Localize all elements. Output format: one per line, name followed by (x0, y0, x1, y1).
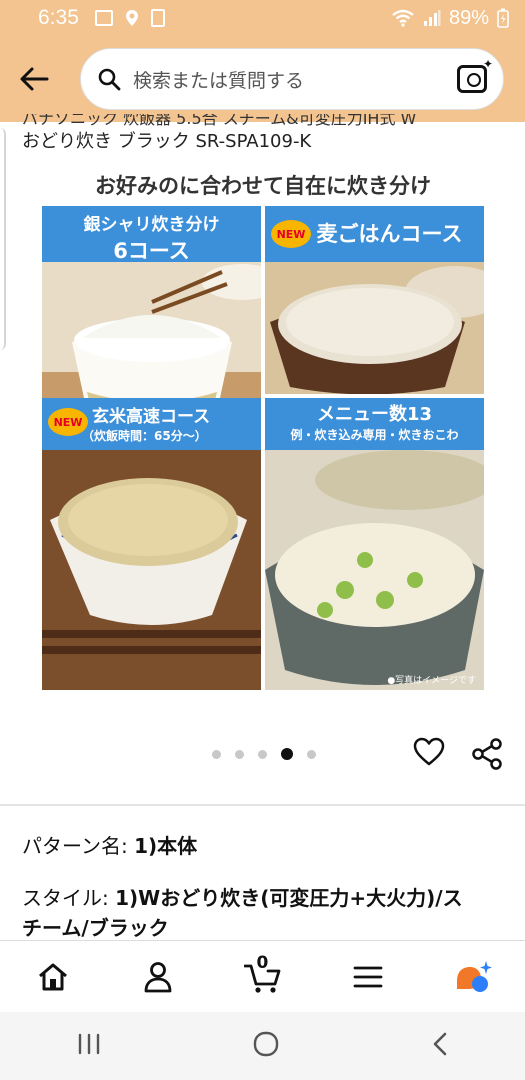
new-badge: NEW (48, 408, 88, 436)
brown-rice-bowl-photo (42, 450, 261, 690)
section-divider (0, 804, 525, 806)
camera-search-button[interactable]: ✦ (457, 57, 493, 93)
cell-line2: 例・炊き込み専用・炊きおこわ (290, 428, 459, 442)
search-header: 検索または質問する ✦ (0, 36, 525, 122)
sparkle-icon: ✦ (482, 57, 493, 71)
carousel-dot[interactable] (212, 749, 221, 759)
pattern-value: 1)本体 (134, 834, 198, 858)
new-badge: NEW (271, 220, 311, 248)
cell-line1: 麦ごはんコース (316, 222, 463, 246)
cell-banner: 銀シャリ炊き分け 6コース (42, 206, 261, 263)
cell-line1: 銀シャリ炊き分け (83, 215, 220, 235)
cart-count: 0 (256, 952, 269, 973)
carousel-indicator[interactable] (212, 748, 316, 760)
pattern-label: パターン名: (22, 834, 128, 858)
carousel-dot[interactable] (235, 749, 244, 759)
back-chevron-icon (433, 1032, 446, 1056)
back-system-button[interactable] (430, 1031, 450, 1061)
image-grid: 銀シャリ炊き分け 6コース 麦ごはんコース NEW 玄米高速コース （炊飯時間：… (42, 206, 484, 690)
status-right: 89% (391, 7, 509, 30)
cell-line1: 玄米高速コース (92, 407, 211, 427)
ai-assistant-icon (456, 960, 492, 992)
status-time: 6:35 (38, 6, 79, 29)
product-title-line1: パナソニック 炊飯器 5.5合 スチーム&可変圧力IH式 W (22, 114, 417, 128)
recent-apps-button[interactable] (76, 1033, 102, 1059)
search-input[interactable]: 検索または質問する ✦ (80, 48, 504, 110)
nav-ai-assistant-button[interactable] (453, 957, 493, 997)
location-icon (125, 10, 138, 26)
person-icon (144, 961, 171, 992)
home-circle-icon (253, 1031, 278, 1057)
scroll-edge-indicator (0, 128, 6, 350)
home-system-button[interactable] (253, 1031, 279, 1061)
bottom-navigation: 0 (0, 940, 525, 1012)
style-label: スタイル: (22, 886, 109, 910)
nav-account-button[interactable] (138, 957, 178, 997)
system-navigation-bar (0, 1012, 525, 1080)
photo-disclaimer: ●写真はイメージです (387, 676, 476, 686)
nav-menu-button[interactable] (348, 957, 388, 997)
product-title: パナソニック 炊飯器 5.5合 スチーム&可変圧力IH式 W おどり炊き ブラッ… (22, 114, 502, 156)
image-cell-barley-rice: 麦ごはんコース NEW (265, 206, 484, 394)
heart-icon (413, 737, 445, 766)
recent-apps-icon (78, 1033, 99, 1055)
product-title-line2: おどり炊き ブラック SR-SPA109-K (22, 131, 312, 152)
style-value-part2a: チーム (22, 916, 82, 943)
back-arrow-icon (20, 67, 49, 91)
search-placeholder: 検索または質問する (133, 69, 305, 92)
image-cell-brown-rice: 玄米高速コース （炊飯時間：65分～） NEW (42, 398, 261, 690)
home-icon (38, 963, 67, 990)
carousel-dot-active[interactable] (281, 748, 293, 760)
cell-line1: メニュー数13 (316, 404, 433, 425)
style-value-part2b: /ブラック (81, 916, 169, 940)
battery-icon (497, 8, 509, 28)
gallery-icon (94, 10, 113, 26)
style-field[interactable]: スタイル: 1)Wおどり炊き(可変圧力+大火力)/ス チーム/ブラック (22, 883, 512, 943)
image-cell-mixed-rice: メニュー数13 例・炊き込み専用・炊きおこわ ●写真はイメージです (265, 398, 484, 690)
nav-home-button[interactable] (33, 957, 73, 997)
cell-banner: メニュー数13 例・炊き込み専用・炊きおこわ (265, 398, 484, 450)
back-button[interactable] (14, 59, 54, 99)
share-icon (472, 738, 502, 770)
pattern-field[interactable]: パターン名: 1)本体 (22, 831, 197, 861)
share-button[interactable] (470, 737, 504, 771)
cell-line2: （炊飯時間：65分～） (82, 429, 207, 443)
search-icon (98, 68, 121, 91)
status-bar: 6:35 ··· 89% (0, 0, 525, 769)
mixed-rice-bowl-photo (265, 450, 484, 690)
menu-icon (353, 966, 382, 987)
product-image[interactable]: お好みのに合わせて自在に炊き分け 銀シャリ炊き分け 6コース 麦ごはんコース N… (42, 168, 484, 690)
signal-icon (423, 10, 441, 26)
image-heading: お好みのに合わせて自在に炊き分け (95, 174, 431, 198)
carousel-dot[interactable] (258, 749, 267, 759)
status-notification-icons: ··· (94, 9, 233, 769)
barley-bowl-photo (265, 262, 484, 394)
style-value-line1: 1)Wおどり炊き(可変圧力+大火力)/ス (115, 886, 463, 910)
clipboard-icon (150, 9, 165, 27)
wishlist-button[interactable] (413, 737, 445, 767)
battery-percent: 89% (448, 6, 489, 29)
carousel-dot[interactable] (307, 749, 316, 759)
wifi-icon (392, 9, 414, 27)
cell-line2: 6コース (113, 239, 190, 263)
nav-cart-button[interactable]: 0 (243, 953, 283, 997)
